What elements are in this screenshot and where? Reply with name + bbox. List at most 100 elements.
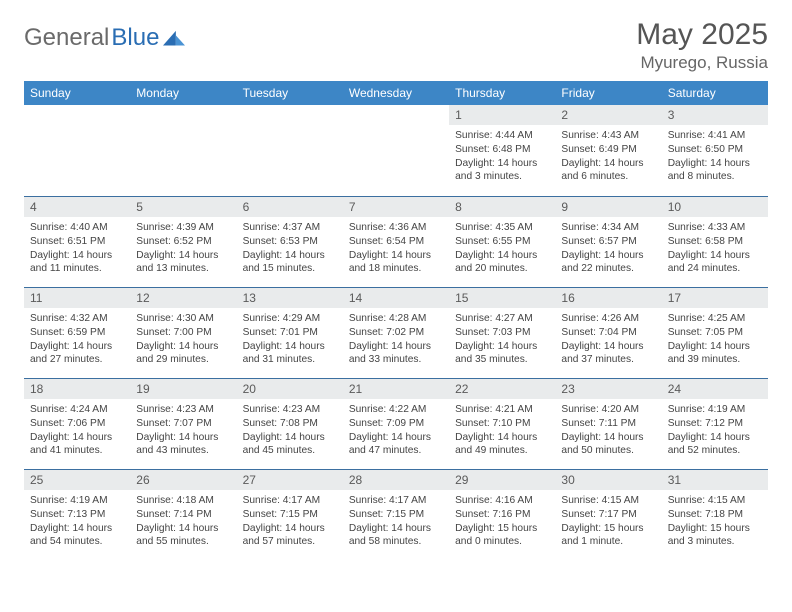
page-title: May 2025: [636, 18, 768, 51]
day-number: 8: [449, 196, 555, 217]
day-detail: Sunrise: 4:32 AMSunset: 6:59 PMDaylight:…: [24, 308, 130, 378]
day-number: 2: [555, 105, 661, 125]
weekday-header: Thursday: [449, 81, 555, 105]
day-detail: Sunrise: 4:41 AMSunset: 6:50 PMDaylight:…: [662, 125, 768, 195]
calendar-cell: 3Sunrise: 4:41 AMSunset: 6:50 PMDaylight…: [662, 105, 768, 196]
calendar-cell: [237, 105, 343, 196]
day-number: 4: [24, 196, 130, 217]
weekday-header: Friday: [555, 81, 661, 105]
calendar-cell: 16Sunrise: 4:26 AMSunset: 7:04 PMDayligh…: [555, 287, 661, 378]
day-number: 23: [555, 378, 661, 399]
day-detail: Sunrise: 4:33 AMSunset: 6:58 PMDaylight:…: [662, 217, 768, 287]
calendar-cell: 21Sunrise: 4:22 AMSunset: 7:09 PMDayligh…: [343, 378, 449, 469]
day-number: 11: [24, 287, 130, 308]
day-number: 12: [130, 287, 236, 308]
calendar-cell: 5Sunrise: 4:39 AMSunset: 6:52 PMDaylight…: [130, 196, 236, 287]
calendar-cell: 12Sunrise: 4:30 AMSunset: 7:00 PMDayligh…: [130, 287, 236, 378]
calendar-cell: [130, 105, 236, 196]
calendar-cell: 1Sunrise: 4:44 AMSunset: 6:48 PMDaylight…: [449, 105, 555, 196]
day-detail: Sunrise: 4:29 AMSunset: 7:01 PMDaylight:…: [237, 308, 343, 378]
calendar-cell: 28Sunrise: 4:17 AMSunset: 7:15 PMDayligh…: [343, 469, 449, 560]
calendar-cell: 24Sunrise: 4:19 AMSunset: 7:12 PMDayligh…: [662, 378, 768, 469]
day-detail: Sunrise: 4:23 AMSunset: 7:07 PMDaylight:…: [130, 399, 236, 469]
calendar-cell: 8Sunrise: 4:35 AMSunset: 6:55 PMDaylight…: [449, 196, 555, 287]
day-number: 25: [24, 469, 130, 490]
day-detail: Sunrise: 4:19 AMSunset: 7:12 PMDaylight:…: [662, 399, 768, 469]
day-number: 7: [343, 196, 449, 217]
day-detail: Sunrise: 4:20 AMSunset: 7:11 PMDaylight:…: [555, 399, 661, 469]
day-detail: Sunrise: 4:26 AMSunset: 7:04 PMDaylight:…: [555, 308, 661, 378]
day-number: 17: [662, 287, 768, 308]
weekday-header: Tuesday: [237, 81, 343, 105]
logo-text-general: General: [24, 24, 109, 52]
calendar-cell: 27Sunrise: 4:17 AMSunset: 7:15 PMDayligh…: [237, 469, 343, 560]
calendar-cell: 15Sunrise: 4:27 AMSunset: 7:03 PMDayligh…: [449, 287, 555, 378]
day-number: 16: [555, 287, 661, 308]
day-detail: Sunrise: 4:43 AMSunset: 6:49 PMDaylight:…: [555, 125, 661, 195]
day-number: 29: [449, 469, 555, 490]
calendar-cell: 30Sunrise: 4:15 AMSunset: 7:17 PMDayligh…: [555, 469, 661, 560]
day-number: 14: [343, 287, 449, 308]
day-number: 26: [130, 469, 236, 490]
day-number: 13: [237, 287, 343, 308]
day-number: 1: [449, 105, 555, 125]
location-label: Myurego, Russia: [636, 53, 768, 73]
calendar-cell: 26Sunrise: 4:18 AMSunset: 7:14 PMDayligh…: [130, 469, 236, 560]
day-detail: Sunrise: 4:25 AMSunset: 7:05 PMDaylight:…: [662, 308, 768, 378]
day-number: 9: [555, 196, 661, 217]
day-number: 19: [130, 378, 236, 399]
day-number: 22: [449, 378, 555, 399]
calendar-cell: 23Sunrise: 4:20 AMSunset: 7:11 PMDayligh…: [555, 378, 661, 469]
day-detail: Sunrise: 4:15 AMSunset: 7:18 PMDaylight:…: [662, 490, 768, 560]
day-detail: Sunrise: 4:27 AMSunset: 7:03 PMDaylight:…: [449, 308, 555, 378]
day-detail: Sunrise: 4:22 AMSunset: 7:09 PMDaylight:…: [343, 399, 449, 469]
calendar-cell: 19Sunrise: 4:23 AMSunset: 7:07 PMDayligh…: [130, 378, 236, 469]
day-detail: Sunrise: 4:28 AMSunset: 7:02 PMDaylight:…: [343, 308, 449, 378]
day-number: 30: [555, 469, 661, 490]
day-detail: Sunrise: 4:16 AMSunset: 7:16 PMDaylight:…: [449, 490, 555, 560]
calendar-cell: 6Sunrise: 4:37 AMSunset: 6:53 PMDaylight…: [237, 196, 343, 287]
day-detail: Sunrise: 4:23 AMSunset: 7:08 PMDaylight:…: [237, 399, 343, 469]
logo: GeneralBlue: [24, 24, 185, 52]
calendar-cell: 22Sunrise: 4:21 AMSunset: 7:10 PMDayligh…: [449, 378, 555, 469]
calendar-cell: 11Sunrise: 4:32 AMSunset: 6:59 PMDayligh…: [24, 287, 130, 378]
calendar-cell: 14Sunrise: 4:28 AMSunset: 7:02 PMDayligh…: [343, 287, 449, 378]
day-detail: Sunrise: 4:19 AMSunset: 7:13 PMDaylight:…: [24, 490, 130, 560]
calendar-cell: 17Sunrise: 4:25 AMSunset: 7:05 PMDayligh…: [662, 287, 768, 378]
calendar-cell: 2Sunrise: 4:43 AMSunset: 6:49 PMDaylight…: [555, 105, 661, 196]
day-detail: Sunrise: 4:21 AMSunset: 7:10 PMDaylight:…: [449, 399, 555, 469]
day-number: 18: [24, 378, 130, 399]
logo-triangle-icon: [163, 29, 185, 47]
day-detail: Sunrise: 4:17 AMSunset: 7:15 PMDaylight:…: [343, 490, 449, 560]
calendar-cell: 9Sunrise: 4:34 AMSunset: 6:57 PMDaylight…: [555, 196, 661, 287]
day-number: 27: [237, 469, 343, 490]
day-detail: Sunrise: 4:24 AMSunset: 7:06 PMDaylight:…: [24, 399, 130, 469]
day-detail: Sunrise: 4:35 AMSunset: 6:55 PMDaylight:…: [449, 217, 555, 287]
calendar-cell: [24, 105, 130, 196]
calendar-cell: 29Sunrise: 4:16 AMSunset: 7:16 PMDayligh…: [449, 469, 555, 560]
day-detail: Sunrise: 4:17 AMSunset: 7:15 PMDaylight:…: [237, 490, 343, 560]
day-detail: Sunrise: 4:15 AMSunset: 7:17 PMDaylight:…: [555, 490, 661, 560]
day-number: 21: [343, 378, 449, 399]
calendar-cell: 10Sunrise: 4:33 AMSunset: 6:58 PMDayligh…: [662, 196, 768, 287]
calendar-cell: 13Sunrise: 4:29 AMSunset: 7:01 PMDayligh…: [237, 287, 343, 378]
calendar-cell: 20Sunrise: 4:23 AMSunset: 7:08 PMDayligh…: [237, 378, 343, 469]
calendar-cell: 31Sunrise: 4:15 AMSunset: 7:18 PMDayligh…: [662, 469, 768, 560]
day-number: 31: [662, 469, 768, 490]
day-detail: Sunrise: 4:18 AMSunset: 7:14 PMDaylight:…: [130, 490, 236, 560]
day-number: 10: [662, 196, 768, 217]
calendar-cell: 4Sunrise: 4:40 AMSunset: 6:51 PMDaylight…: [24, 196, 130, 287]
weekday-header: Sunday: [24, 81, 130, 105]
calendar-table: SundayMondayTuesdayWednesdayThursdayFrid…: [24, 81, 768, 560]
day-number: 6: [237, 196, 343, 217]
day-detail: Sunrise: 4:30 AMSunset: 7:00 PMDaylight:…: [130, 308, 236, 378]
day-detail: Sunrise: 4:44 AMSunset: 6:48 PMDaylight:…: [449, 125, 555, 195]
day-detail: Sunrise: 4:39 AMSunset: 6:52 PMDaylight:…: [130, 217, 236, 287]
calendar-cell: 18Sunrise: 4:24 AMSunset: 7:06 PMDayligh…: [24, 378, 130, 469]
calendar-cell: 7Sunrise: 4:36 AMSunset: 6:54 PMDaylight…: [343, 196, 449, 287]
day-number: 3: [662, 105, 768, 125]
day-detail: Sunrise: 4:37 AMSunset: 6:53 PMDaylight:…: [237, 217, 343, 287]
weekday-header: Wednesday: [343, 81, 449, 105]
day-number: 20: [237, 378, 343, 399]
weekday-header: Saturday: [662, 81, 768, 105]
